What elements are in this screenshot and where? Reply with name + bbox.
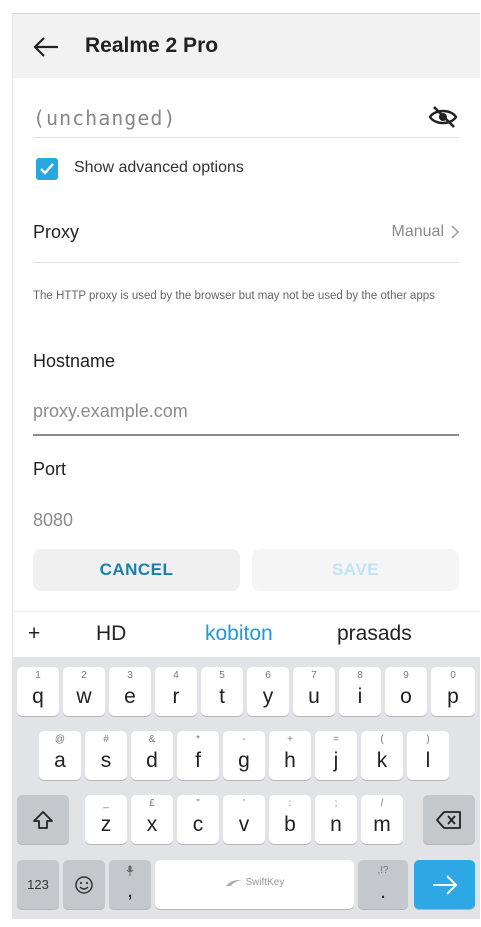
header-bar: Realme 2 Pro bbox=[13, 14, 480, 78]
suggestion-item[interactable]: prasads bbox=[337, 622, 412, 646]
proxy-label[interactable]: Proxy bbox=[33, 222, 79, 243]
advanced-options-label[interactable]: Show advanced options bbox=[74, 159, 244, 177]
emoji-key[interactable] bbox=[63, 860, 105, 909]
key-x[interactable]: £ x bbox=[131, 795, 173, 844]
key-p[interactable]: 0p bbox=[431, 667, 475, 716]
suggestion-bar: + HD kobiton prasads bbox=[13, 611, 480, 657]
key-i[interactable]: 8i bbox=[339, 667, 381, 716]
microphone-icon bbox=[126, 865, 134, 876]
emoji-icon bbox=[75, 875, 93, 894]
port-label: Port bbox=[33, 459, 67, 479]
key-z[interactable]: _ z bbox=[85, 795, 127, 844]
period-key[interactable]: ,!? . bbox=[358, 860, 408, 909]
check-icon bbox=[40, 163, 54, 175]
swiftkey-logo-icon bbox=[225, 879, 242, 886]
advanced-options-checkbox[interactable] bbox=[36, 158, 58, 180]
suggestion-item[interactable]: HD bbox=[96, 622, 126, 646]
key-e[interactable]: 3e bbox=[109, 667, 151, 716]
proxy-selector[interactable]: Manual bbox=[392, 223, 460, 241]
key-g[interactable]: -g bbox=[223, 731, 265, 780]
enter-key[interactable] bbox=[414, 860, 475, 909]
save-button[interactable]: SAVE bbox=[252, 549, 459, 591]
divider bbox=[33, 262, 459, 263]
backspace-icon bbox=[436, 810, 461, 829]
wifi-settings-screen: Realme 2 Pro (unchanged) Show advanced o… bbox=[13, 14, 480, 919]
page-title: Realme 2 Pro bbox=[85, 34, 219, 57]
key-u[interactable]: 7u bbox=[293, 667, 335, 716]
port-input[interactable] bbox=[33, 506, 459, 534]
key-a[interactable]: @ a bbox=[39, 731, 81, 780]
proxy-value: Manual bbox=[391, 223, 444, 240]
comma-key[interactable]: , bbox=[109, 860, 151, 909]
shift-icon bbox=[33, 810, 53, 829]
password-field[interactable]: (unchanged) bbox=[33, 106, 176, 130]
key-t[interactable]: 5t bbox=[201, 667, 243, 716]
key-f[interactable]: * f bbox=[177, 731, 219, 780]
hostname-label: Hostname bbox=[33, 351, 116, 371]
key-j[interactable]: = j bbox=[315, 731, 357, 780]
eye-off-icon[interactable] bbox=[427, 104, 459, 130]
backspace-key[interactable] bbox=[423, 795, 475, 844]
keyboard: 1q 2w 3e 4r 5t 6y 7u 8i 9o 0p @ a # s & d *… bbox=[13, 657, 480, 919]
proxy-hint: The HTTP proxy is used by the browser bu… bbox=[33, 290, 435, 302]
space-key[interactable]: SwiftKey bbox=[155, 860, 354, 909]
key-b[interactable]: :b bbox=[269, 795, 311, 844]
back-arrow-icon[interactable] bbox=[31, 32, 61, 62]
key-c[interactable]: " c bbox=[177, 795, 219, 844]
key-w[interactable]: 2w bbox=[63, 667, 105, 716]
chevron-right-icon bbox=[451, 225, 460, 239]
key-r[interactable]: 4r bbox=[155, 667, 197, 716]
arrow-right-icon bbox=[432, 874, 457, 895]
password-underline bbox=[33, 137, 459, 138]
key-l[interactable]: ) l bbox=[407, 731, 449, 780]
suggestion-expand-button[interactable]: + bbox=[28, 622, 40, 646]
cancel-button[interactable]: CANCEL bbox=[33, 549, 240, 591]
key-y[interactable]: 6y bbox=[247, 667, 289, 716]
key-n[interactable]: ; n bbox=[315, 795, 357, 844]
shift-key[interactable] bbox=[17, 795, 69, 844]
key-h[interactable]: + h bbox=[269, 731, 311, 780]
suggestion-item[interactable]: kobiton bbox=[205, 622, 273, 646]
numbers-key[interactable]: 123 bbox=[17, 860, 59, 909]
key-m[interactable]: / m bbox=[361, 795, 403, 844]
key-s[interactable]: # s bbox=[85, 731, 127, 780]
hostname-input[interactable] bbox=[33, 396, 459, 436]
key-k[interactable]: (k bbox=[361, 731, 403, 780]
key-q[interactable]: 1q bbox=[17, 667, 59, 716]
key-o[interactable]: 9o bbox=[385, 667, 427, 716]
key-v[interactable]: ' v bbox=[223, 795, 265, 844]
key-d[interactable]: & d bbox=[131, 731, 173, 780]
